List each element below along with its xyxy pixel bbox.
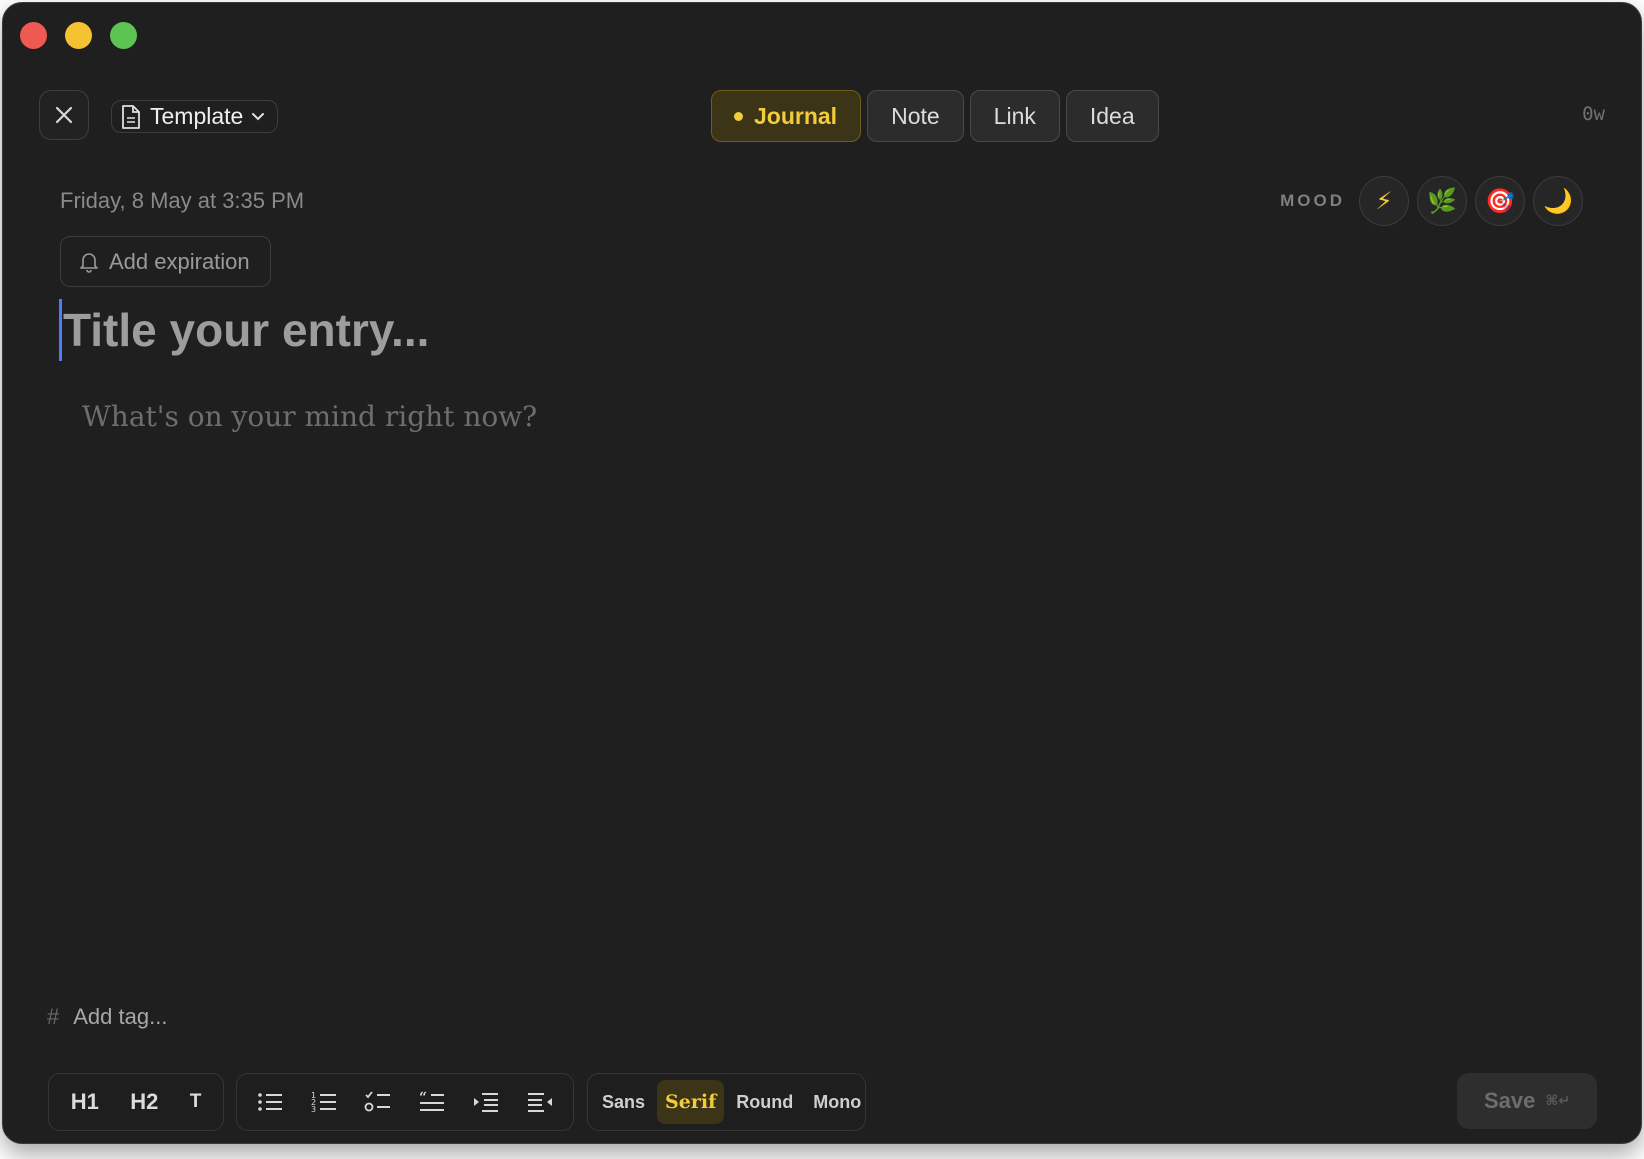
hash-icon: # [47,1004,60,1029]
mood-target-button[interactable]: 🎯 [1475,176,1525,226]
tab-note[interactable]: Note [867,90,964,142]
mood-lightning-button[interactable]: ⚡ [1359,176,1409,226]
numbered-list-button[interactable]: 1 2 3 [304,1082,344,1122]
tab-link-label: Link [993,102,1036,129]
svg-text:3: 3 [311,1105,316,1114]
list-format-group: 1 2 3 “ [236,1073,574,1131]
tab-journal-label: Journal [754,102,838,129]
save-label: Save [1483,1088,1536,1113]
quote-button[interactable]: “ [412,1082,452,1122]
numbered-list-icon: 1 2 3 [311,1091,336,1114]
outdent-icon [528,1093,552,1112]
text-button[interactable]: T [184,1091,208,1113]
font-style-group: Sans Serif Round Mono [587,1073,866,1131]
quote-icon: “ [419,1090,444,1111]
indent-icon [474,1093,498,1112]
tag-input[interactable]: # Add tag... [47,1004,167,1030]
h1-button[interactable]: H1 [65,1089,105,1115]
tag-placeholder: Add tag... [73,1004,168,1029]
tab-idea-label: Idea [1089,102,1135,129]
h2-button[interactable]: H2 [124,1089,164,1115]
tab-link[interactable]: Link [969,90,1060,142]
mood-moon-button[interactable]: 🌙 [1533,176,1583,226]
mood-leaf-button[interactable]: 🌿 [1417,176,1467,226]
add-expiration-label: Add expiration [109,248,250,274]
body-input[interactable]: What's on your mind right now? [82,400,537,433]
bullet-list-icon [258,1093,282,1111]
indent-button[interactable] [466,1082,506,1122]
window-maximize-button[interactable] [110,22,137,49]
font-mono-button[interactable]: Mono [805,1080,869,1124]
window-close-button[interactable] [20,22,47,49]
title-input[interactable]: Title your entry... [59,299,429,361]
add-expiration-button[interactable]: Add expiration [60,236,271,287]
template-label: Template [150,103,244,129]
entry-date: Friday, 8 May at 3:35 PM [60,188,305,213]
mood-label: MOOD [1280,191,1345,210]
bullet-list-button[interactable] [250,1082,290,1122]
font-serif-button[interactable]: Serif [657,1080,725,1124]
entry-type-tabs: Journal Note Link Idea [711,90,1159,142]
tab-note-label: Note [891,102,940,129]
mood-selector: MOOD ⚡ 🌿 🎯 🌙 [1280,176,1583,226]
close-icon [55,106,73,124]
word-count: 0w [1582,103,1605,125]
entry-window: Template Journal Note Link Idea 0w Frida… [2,2,1642,1144]
checklist-icon [364,1091,390,1112]
close-entry-button[interactable] [39,90,89,140]
window-minimize-button[interactable] [65,22,92,49]
lightning-icon: ⚡ [1375,187,1393,215]
save-shortcut-hint: ⌘↵ [1545,1093,1571,1109]
template-dropdown[interactable]: Template [111,100,279,133]
tab-journal[interactable]: Journal [711,90,862,142]
tab-idea[interactable]: Idea [1065,90,1159,142]
chevron-down-icon [252,112,265,120]
font-round-button[interactable]: Round [728,1080,801,1124]
checklist-button[interactable] [358,1082,398,1122]
window-controls [20,22,137,49]
target-icon: 🎯 [1485,187,1515,215]
moon-icon: 🌙 [1543,187,1573,215]
outdent-button[interactable] [520,1082,560,1122]
bell-icon [80,252,98,273]
active-dot-icon [734,111,743,121]
save-button[interactable]: Save ⌘↵ [1457,1073,1597,1129]
document-icon [122,104,140,129]
font-sans-button[interactable]: Sans [594,1080,653,1124]
leaf-icon: 🌿 [1427,187,1457,215]
heading-format-group: H1 H2 T [48,1073,224,1131]
